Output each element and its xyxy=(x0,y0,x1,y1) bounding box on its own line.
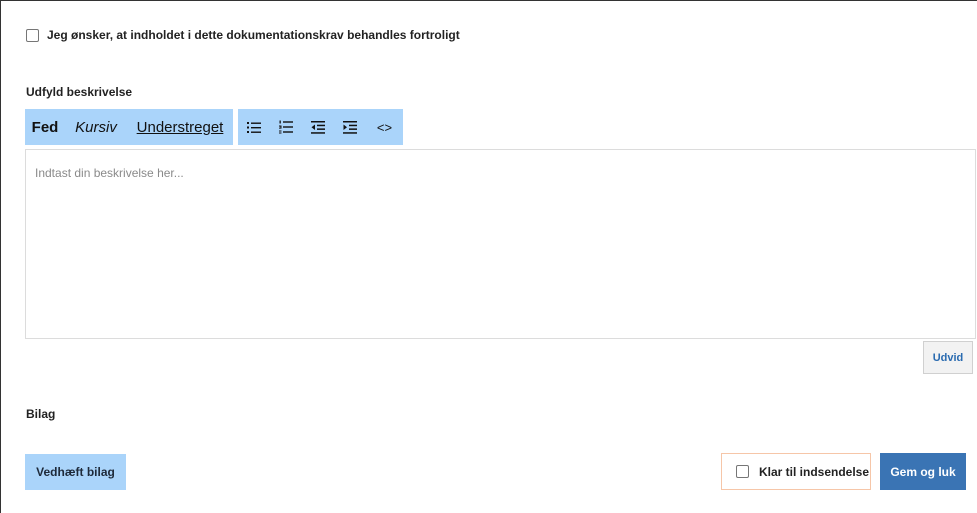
confidential-checkbox[interactable] xyxy=(26,28,39,42)
expand-button[interactable]: Udvid xyxy=(923,341,973,374)
outdent-icon xyxy=(311,120,325,134)
attach-file-button[interactable]: Vedhæft bilag xyxy=(25,454,126,490)
indent-icon xyxy=(343,120,357,134)
indent-button[interactable] xyxy=(334,109,366,145)
ready-checkbox[interactable] xyxy=(736,465,749,478)
bullet-list-button[interactable] xyxy=(238,109,270,145)
code-button[interactable]: <> xyxy=(366,109,403,145)
text-format-group: Fed Kursiv Understreget xyxy=(25,109,233,145)
numbered-list-button[interactable] xyxy=(270,109,302,145)
editor-toolbar: Fed Kursiv Understreget <> xyxy=(25,109,403,145)
bullet-list-icon xyxy=(247,121,261,134)
bold-button[interactable]: Fed xyxy=(25,109,65,145)
attachments-heading: Bilag xyxy=(26,407,56,421)
code-icon: <> xyxy=(376,119,393,135)
outdent-button[interactable] xyxy=(302,109,334,145)
list-format-group: <> xyxy=(238,109,403,145)
confidential-label[interactable]: Jeg ønsker, at indholdet i dette dokumen… xyxy=(47,28,460,42)
description-heading: Udfyld beskrivelse xyxy=(26,85,133,99)
toolbar-divider xyxy=(233,109,234,145)
confidential-row: Jeg ønsker, at indholdet i dette dokumen… xyxy=(26,28,460,42)
description-editor[interactable]: Indtast din beskrivelse her... xyxy=(25,149,976,339)
ready-label: Klar til indsendelse xyxy=(759,464,870,479)
form-container: Jeg ønsker, at indholdet i dette dokumen… xyxy=(0,0,977,513)
numbered-list-icon xyxy=(279,120,293,134)
italic-button[interactable]: Kursiv xyxy=(65,109,127,145)
editor-placeholder: Indtast din beskrivelse her... xyxy=(35,166,184,180)
underline-button[interactable]: Understreget xyxy=(127,109,233,145)
save-and-close-button[interactable]: Gem og luk xyxy=(880,453,966,490)
ready-to-submit-toggle[interactable]: Klar til indsendelse xyxy=(721,453,871,490)
